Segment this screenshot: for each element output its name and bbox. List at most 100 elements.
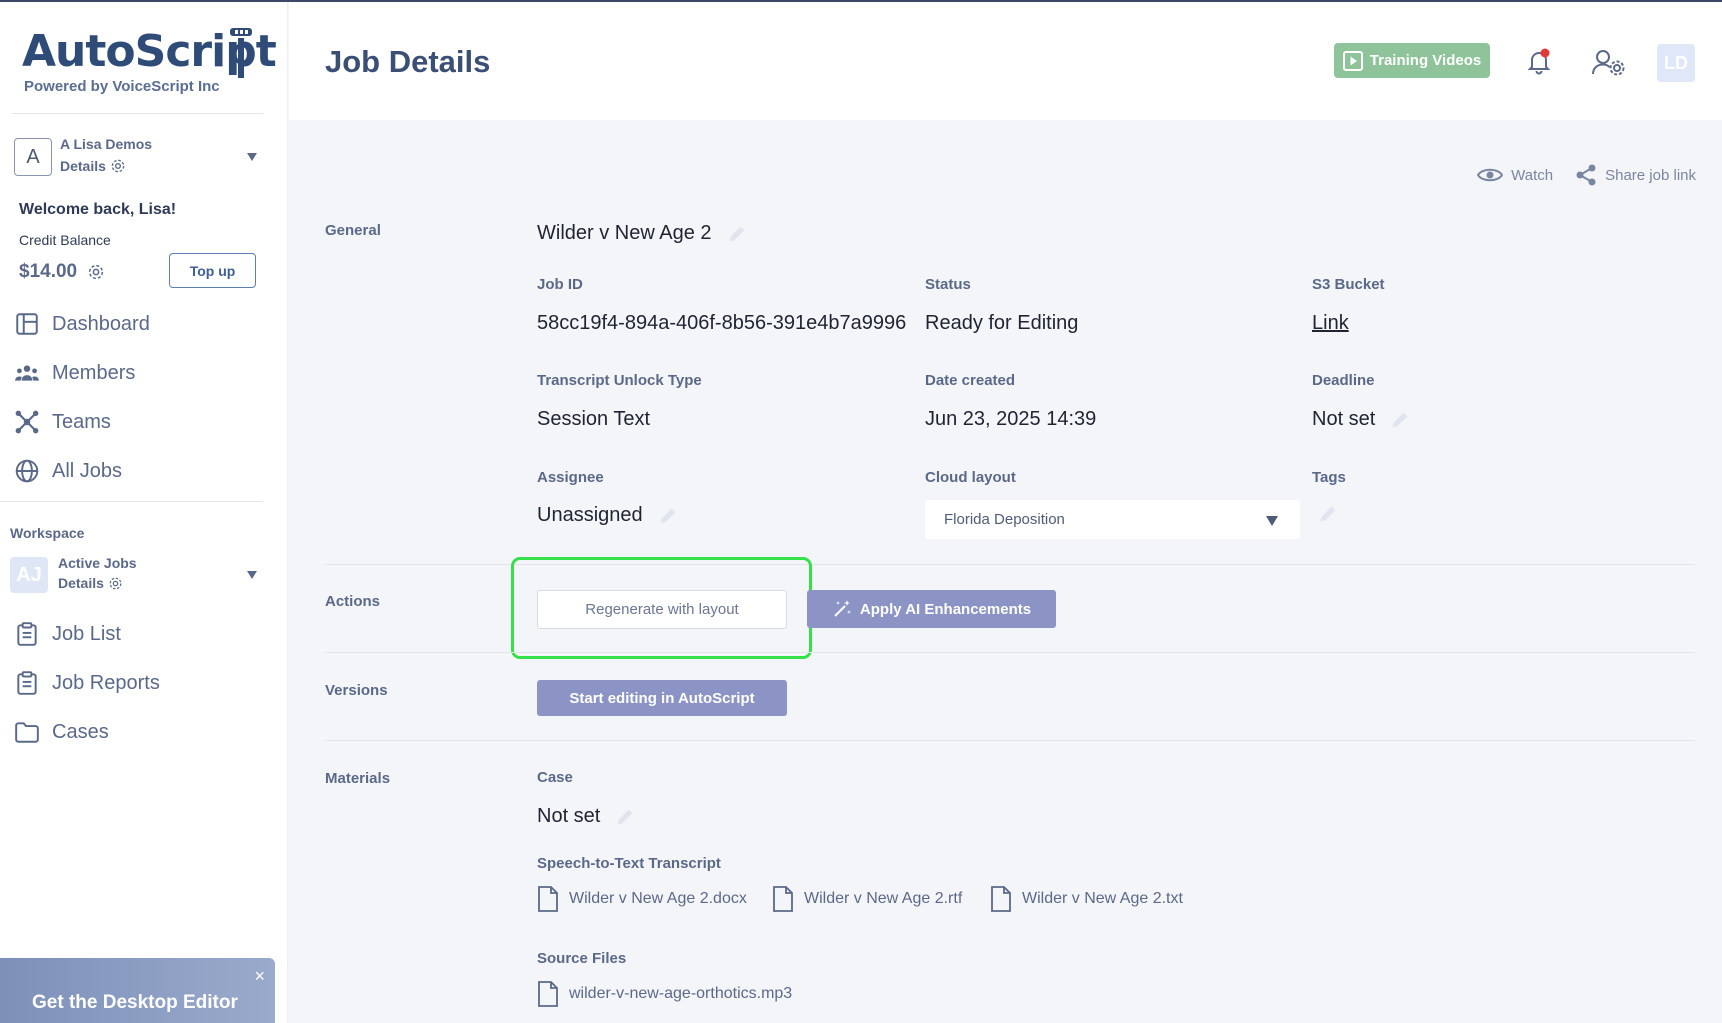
assignee-field: Unassigned (537, 504, 679, 527)
nav-item-job-list[interactable]: Job List (14, 617, 121, 651)
chevron-down-icon[interactable] (247, 571, 257, 579)
nav-label: All Jobs (52, 459, 123, 482)
file-icon (538, 981, 558, 1007)
chevron-down-icon[interactable] (247, 153, 257, 161)
pencil-icon[interactable] (657, 505, 679, 527)
s3-bucket-link[interactable]: Link (1312, 312, 1349, 335)
file-icon (538, 886, 558, 912)
case-value: Not set (537, 805, 601, 827)
job-id-label: Job ID (537, 276, 583, 293)
credit-balance: $14.00 (19, 261, 105, 283)
sidebar: AutoScript Powered by VoiceScript Inc A … (0, 2, 288, 1023)
bell-icon[interactable] (1526, 48, 1552, 76)
training-videos-button[interactable]: Training Videos (1334, 43, 1490, 78)
job-name: Wilder v New Age 2 (537, 222, 748, 245)
cloud-layout-select[interactable]: Florida Deposition (925, 500, 1300, 539)
share-job-link-button[interactable]: Share job link (1575, 164, 1696, 186)
welcome-text: Welcome back, Lisa! (19, 201, 177, 218)
file-icon (991, 886, 1011, 912)
nav-label: Teams (52, 410, 111, 433)
org-switcher[interactable]: A A Lisa Demos Details (14, 136, 264, 178)
pencil-icon[interactable] (1389, 409, 1411, 431)
nav-item-members[interactable]: Members (14, 356, 135, 390)
magic-wand-icon (834, 600, 851, 617)
unlock-type-value: Session Text (537, 408, 651, 430)
workspace-switcher[interactable]: AJ Active Jobs Details (10, 555, 264, 595)
globe-icon (15, 459, 39, 483)
sidebar-divider (12, 113, 263, 114)
date-created-label: Date created (925, 372, 1016, 389)
members-icon (15, 365, 39, 381)
workspace-label: Workspace (10, 525, 85, 541)
s3-bucket-label: S3 Bucket (1312, 276, 1385, 293)
avatar[interactable]: LD (1657, 44, 1695, 82)
section-materials-label: Materials (325, 770, 391, 787)
file-icon (773, 886, 793, 912)
workspace-details-link[interactable]: Details (58, 575, 123, 591)
dashboard-icon (16, 313, 38, 335)
apply-ai-enhancements-button[interactable]: Apply AI Enhancements (807, 590, 1056, 628)
credit-value: $14.00 (19, 261, 78, 282)
nav-item-all-jobs[interactable]: All Jobs (14, 454, 122, 488)
job-top-actions: Watch Share job link (1477, 164, 1696, 186)
unlock-type-label: Transcript Unlock Type (537, 372, 702, 389)
nav-item-teams[interactable]: Teams (14, 405, 111, 439)
file-name: Wilder v New Age 2.rtf (804, 890, 963, 907)
highlight-box (511, 557, 812, 659)
transcript-file-link[interactable]: Wilder v New Age 2.docx (537, 886, 747, 912)
case-label: Case (537, 769, 573, 786)
training-videos-label: Training Videos (1369, 52, 1482, 69)
nav-label: Cases (52, 720, 109, 743)
cloud-layout-label: Cloud layout (925, 469, 1016, 486)
job-details-content: Watch Share job link General Wilder v Ne… (289, 120, 1722, 1023)
deadline-field: Not set (1312, 408, 1411, 431)
transcript-file-link[interactable]: Wilder v New Age 2.txt (990, 886, 1183, 912)
microphone-icon (230, 28, 252, 78)
gear-icon (111, 159, 125, 173)
sidebar-divider (0, 501, 263, 502)
pencil-icon[interactable] (1317, 503, 1339, 525)
pencil-icon[interactable] (614, 806, 636, 828)
desktop-editor-promo[interactable]: Get the Desktop Editor × (0, 958, 275, 1023)
org-details-link[interactable]: Details (60, 158, 126, 174)
gear-icon[interactable] (87, 263, 105, 281)
page-header: Job Details Training Videos LD (289, 2, 1722, 120)
clipboard-icon (17, 622, 37, 646)
file-name: Wilder v New Age 2.txt (1022, 890, 1183, 907)
teams-icon (15, 410, 39, 434)
apply-ai-label: Apply AI Enhancements (859, 600, 1032, 618)
nav-label: Job List (52, 622, 121, 645)
credit-label: Credit Balance (19, 232, 111, 248)
nav-label: Members (52, 361, 136, 384)
nav-item-dashboard[interactable]: Dashboard (14, 307, 150, 341)
stt-transcript-label: Speech-to-Text Transcript (537, 855, 721, 872)
source-file-link[interactable]: wilder-v-new-age-orthotics.mp3 (537, 981, 792, 1007)
nav-item-cases[interactable]: Cases (14, 715, 109, 749)
status-value: Ready for Editing (925, 312, 1079, 334)
source-files-label: Source Files (537, 950, 627, 967)
org-badge: A (14, 138, 52, 176)
start-editing-button[interactable]: Start editing in AutoScript (537, 680, 787, 716)
transcript-file-link[interactable]: Wilder v New Age 2.rtf (772, 886, 962, 912)
watch-button[interactable]: Watch (1477, 166, 1553, 184)
eye-icon (1477, 168, 1504, 182)
promo-title: Get the Desktop Editor (32, 992, 238, 1013)
job-name-text: Wilder v New Age 2 (537, 222, 712, 244)
pencil-icon[interactable] (726, 223, 748, 245)
job-id-value: 58cc19f4-894a-406f-8b56-391e4b7a9996 (537, 312, 907, 334)
nav-item-job-reports[interactable]: Job Reports (14, 666, 160, 700)
clipboard-icon (17, 671, 37, 695)
watch-label: Watch (1511, 166, 1554, 184)
org-details-label: Details (60, 158, 106, 174)
org-name: A Lisa Demos (60, 136, 153, 152)
close-icon[interactable]: × (254, 966, 265, 987)
assignee-label: Assignee (537, 469, 604, 486)
top-up-button[interactable]: Top up (169, 253, 256, 288)
user-settings-icon[interactable] (1591, 48, 1625, 76)
assignee-value: Unassigned (537, 504, 643, 526)
gear-icon (109, 577, 122, 589)
workspace-details-label: Details (58, 575, 104, 591)
case-field: Not set (537, 805, 636, 828)
page-title: Job Details (325, 44, 491, 79)
workspace-badge: AJ (10, 557, 48, 593)
